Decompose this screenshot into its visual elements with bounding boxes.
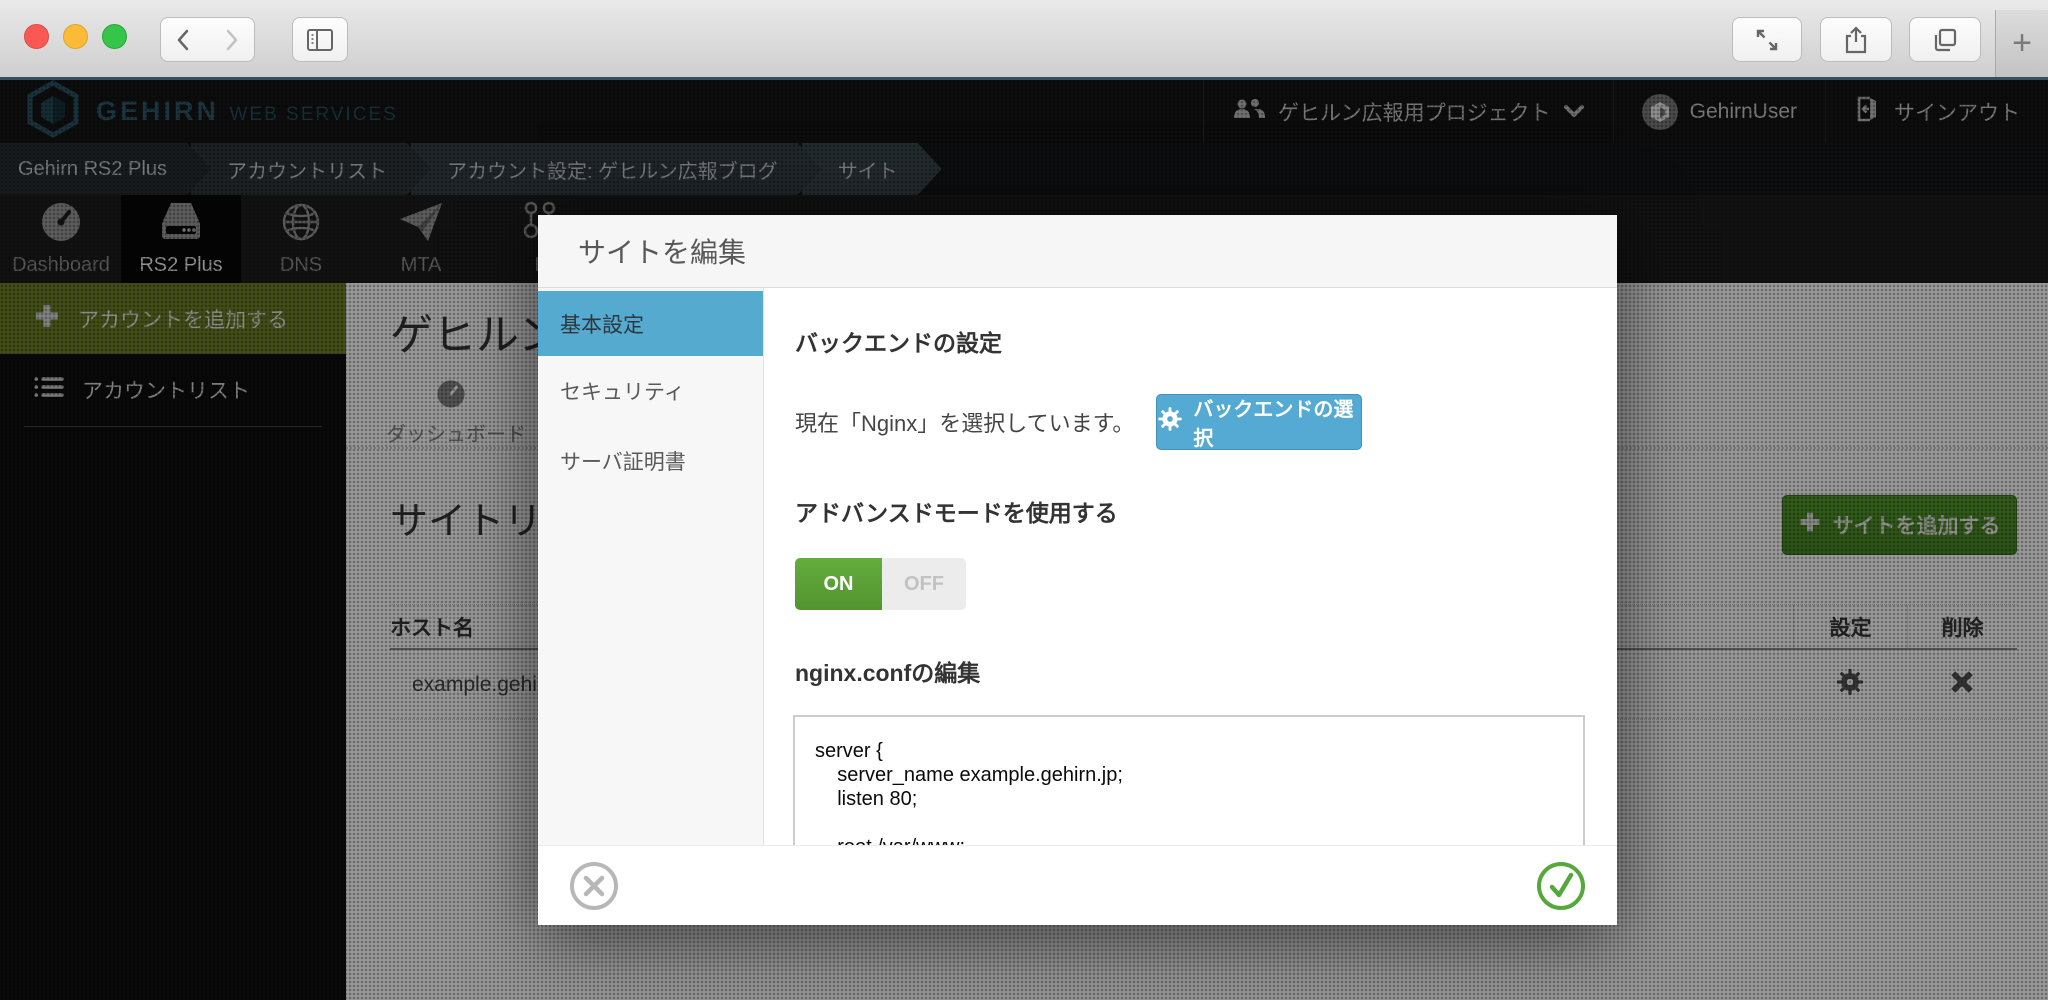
share-icon: [1843, 25, 1869, 55]
zoom-window-button[interactable]: [102, 24, 127, 49]
sidebar-toggle-button[interactable]: [292, 17, 348, 62]
modal-tab-server-certificate[interactable]: サーバ証明書: [538, 426, 763, 496]
modal-tab-basic-settings[interactable]: 基本設定: [538, 291, 763, 356]
tabs-overview-icon: [1931, 26, 1959, 54]
modal-footer: [538, 845, 1617, 925]
tab-overview-button[interactable]: [1909, 17, 1981, 62]
back-button[interactable]: [160, 17, 208, 62]
minimize-window-button[interactable]: [63, 24, 88, 49]
advanced-mode-heading: アドバンスドモードを使用する: [795, 494, 1585, 528]
sidebar-icon: [305, 27, 335, 53]
toggle-off-button[interactable]: OFF: [882, 558, 966, 610]
advanced-mode-toggle: ON OFF: [795, 558, 966, 610]
share-button[interactable]: [1820, 17, 1892, 62]
expand-arrows-icon: [1753, 26, 1781, 54]
toggle-on-button[interactable]: ON: [795, 558, 882, 610]
select-backend-button[interactable]: バックエンドの選択: [1156, 394, 1362, 450]
forward-button[interactable]: [207, 17, 255, 62]
chevron-right-icon: [220, 27, 242, 53]
modal-content: バックエンドの設定 現在「Nginx」を選択しています。 バックエンドの選択 ア…: [764, 288, 1617, 925]
close-window-button[interactable]: [24, 24, 49, 49]
gear-icon: [1157, 406, 1183, 438]
browser-toolbar: +: [0, 0, 2048, 77]
window-controls: [24, 24, 127, 49]
nginx-conf-heading: nginx.confの編集: [795, 654, 1585, 688]
screen: + GEHIRN WEB SERVICES ゲヒルン広報用プロジェクト: [0, 0, 2048, 1000]
nginx-conf-code: server { server_name example.gehirn.jp; …: [815, 739, 1563, 859]
new-tab-button[interactable]: +: [1995, 10, 2048, 77]
modal-tab-security[interactable]: セキュリティ: [538, 356, 763, 426]
backend-heading: バックエンドの設定: [795, 324, 1585, 358]
chevron-left-icon: [173, 27, 195, 53]
modal-tab-list: 基本設定 セキュリティ サーバ証明書: [538, 288, 764, 925]
select-backend-label: バックエンドの選択: [1193, 393, 1361, 451]
confirm-button[interactable]: [1535, 860, 1587, 912]
cancel-button[interactable]: [568, 860, 620, 912]
edit-site-modal: サイトを編集 基本設定 セキュリティ サーバ証明書 バックエンドの設定 現在「N…: [538, 215, 1617, 925]
plus-icon: +: [2012, 24, 2032, 63]
backend-status-text: 現在「Nginx」を選択しています。: [795, 406, 1134, 438]
fullscreen-button[interactable]: [1732, 17, 1802, 62]
modal-title: サイトを編集: [538, 215, 1617, 288]
